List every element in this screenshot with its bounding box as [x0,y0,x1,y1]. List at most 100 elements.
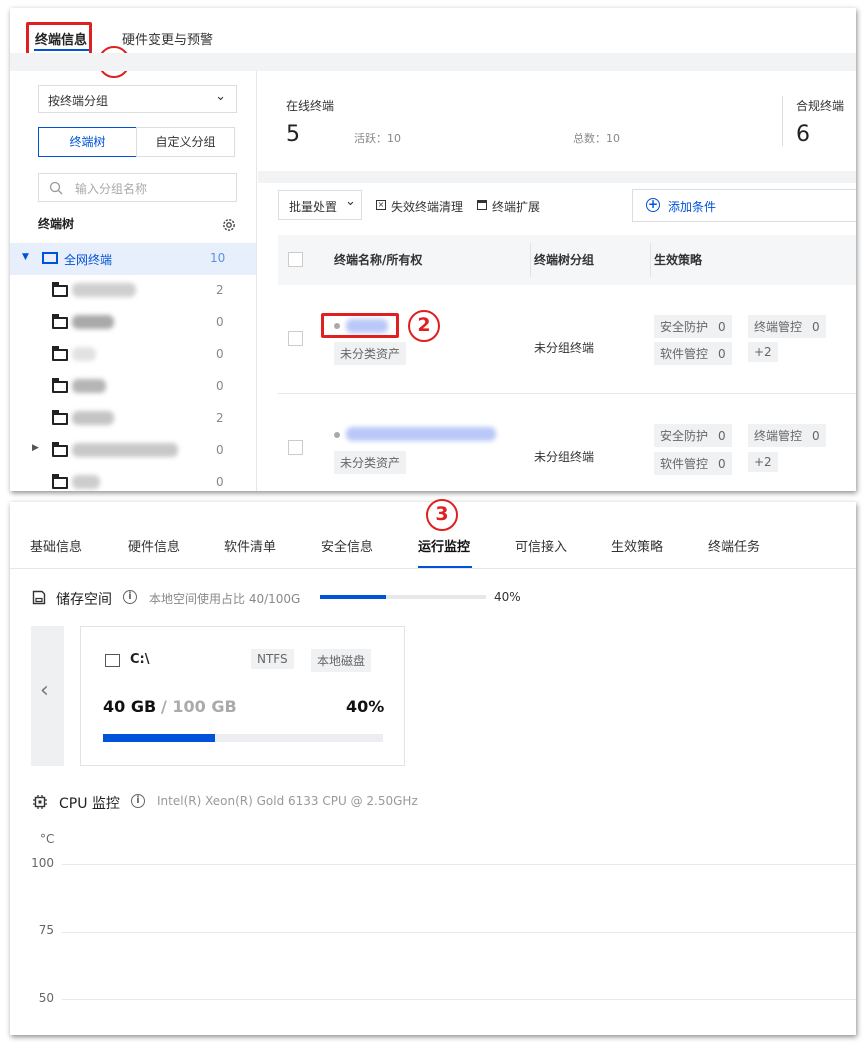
tree-node-count: 0 [216,347,224,361]
disk-percent: 40% [346,697,385,716]
chart-unit: °C [40,832,55,846]
invalid-cleanup-label: 失效终端清理 [391,200,464,214]
compliant-terminals-label: 合规终端 [796,99,845,113]
tab-hardware-change[interactable]: 硬件变更与预警 [122,29,213,48]
disk-total: / 100 GB [161,697,237,716]
redacted-name [72,411,114,425]
folder-icon [52,378,68,393]
tree-node-count: 0 [216,475,224,489]
disk-usage-bar [103,734,383,742]
row-group: 未分组终端 [534,341,595,355]
tab-hardware-info[interactable]: 硬件信息 [128,536,180,555]
storage-title: 储存空间 [56,592,112,608]
group-mode-select-value: 按终端分组 [48,94,109,108]
total-count: 总数：10 [573,132,620,145]
header-divider [10,53,856,71]
row-checkbox[interactable] [288,440,303,455]
tab-trusted-access[interactable]: 可信接入 [515,536,567,555]
select-all-checkbox[interactable] [288,252,303,267]
tree-node-root-label: 全网终端 [64,253,113,267]
redacted-name [72,379,106,393]
tree-node[interactable]: 0 [10,307,256,339]
table-row[interactable]: 未分类资产 未分组终端 安全防护 0 终端管控 0 软件管控 0 +2 [278,394,856,491]
storage-icon [32,590,46,605]
folder-icon [52,442,68,457]
disk-usage-fill [103,734,215,742]
disk-icon [105,654,120,667]
info-icon[interactable]: i [131,794,145,808]
batch-action-dropdown[interactable]: 批量处置 ⌄ [278,190,362,220]
tree-node[interactable]: 0 [10,467,256,491]
redacted-name [72,283,136,297]
stats-divider-band [258,171,856,183]
annotation-box-2 [321,313,399,338]
y-tick-label: 50 [38,991,54,1005]
tree-node-root[interactable]: ▼ 全网终端 10 [10,243,256,275]
tab-effective-policy[interactable]: 生效策略 [611,536,663,555]
tree-node[interactable]: 2 [10,275,256,307]
expand-icon [477,200,487,210]
disk-type-tag: 本地磁盘 [311,649,372,672]
tree-node[interactable]: 2 [10,403,256,435]
chevron-down-icon: ⌄ [345,194,356,209]
status-dot [334,432,340,438]
redacted-terminal-name[interactable] [346,427,496,441]
disk-used: 40 GB [103,697,157,716]
tab-terminal-tasks[interactable]: 终端任务 [708,536,760,555]
folder-icon [52,314,68,329]
folder-icon [52,282,68,297]
row-checkbox[interactable] [288,331,303,346]
annotation-badge-3: 3 [426,499,458,531]
folder-icon [52,410,68,425]
more-policies-tag[interactable]: +2 [748,452,778,472]
chevron-down-icon: ⌄ [215,89,226,104]
tab-basic-info[interactable]: 基础信息 [30,536,82,555]
gridline [62,999,856,1000]
redacted-name [72,315,114,329]
carousel-prev-button[interactable]: ‹ [31,626,64,766]
online-terminals-label: 在线终端 [286,99,335,113]
chevron-left-icon: ‹ [40,678,49,703]
caret-right-icon[interactable]: ▶ [32,443,39,453]
column-header-group: 终端树分组 [534,253,595,267]
tab-custom-group[interactable]: 自定义分组 [136,127,235,157]
gear-icon[interactable] [221,217,237,233]
terminal-detail-panel: 基础信息 硬件信息 软件清单 安全信息 运行监控 可信接入 生效策略 终端任务 … [10,502,856,1035]
tab-software-list[interactable]: 软件清单 [224,536,276,555]
policy-tag: 软件管控 0 [654,452,732,475]
group-search-input[interactable]: 输入分组名称 [38,173,237,202]
tab-terminal-tree[interactable]: 终端树 [38,127,137,157]
asset-tag: 未分类资产 [334,342,407,365]
tree-node[interactable]: 0 [10,371,256,403]
tab-runtime-monitor[interactable]: 运行监控 [418,536,470,555]
add-condition-label: 添加条件 [668,200,717,214]
redacted-name [72,443,178,457]
tree-node[interactable]: 0 [10,339,256,371]
info-icon[interactable]: i [123,590,137,604]
folder-icon [52,474,68,489]
disk-card: C:\ NTFS 本地磁盘 40 GB / 100 GB 40% [80,626,405,766]
policy-tag: 安全防护 0 [654,315,732,338]
tree-node[interactable]: ▶ 0 [10,435,256,467]
group-mode-select[interactable]: 按终端分组 ⌄ [38,85,237,113]
row-group: 未分组终端 [534,450,595,464]
tabs-divider [10,568,856,569]
terminal-expand-label: 终端扩展 [492,200,541,214]
filesystem-tag: NTFS [251,649,294,669]
storage-usage-fill [320,595,387,599]
cpu-title: CPU 监控 [59,796,120,812]
tree-node-count: 0 [216,443,224,457]
column-divider [650,243,651,277]
y-tick-label: 75 [38,923,54,937]
more-policies-tag[interactable]: +2 [748,342,778,362]
policy-tag: 软件管控 0 [654,342,732,365]
terminal-list-panel: 终端信息 硬件变更与预警 1 按终端分组 ⌄ 终端树 自定义分组 输入分组名称 … [10,8,856,491]
compliant-terminals-value: 6 [796,122,810,147]
tree-section-title: 终端树 [38,217,75,231]
table-row[interactable]: 未分类资产 未分组终端 安全防护 0 终端管控 0 软件管控 0 +2 [278,285,856,393]
tab-security-info[interactable]: 安全信息 [321,536,373,555]
policy-tag: 安全防护 0 [654,424,732,447]
gridline [62,864,856,865]
search-placeholder: 输入分组名称 [75,182,148,196]
add-condition-filter[interactable]: + 添加条件 [632,189,856,222]
